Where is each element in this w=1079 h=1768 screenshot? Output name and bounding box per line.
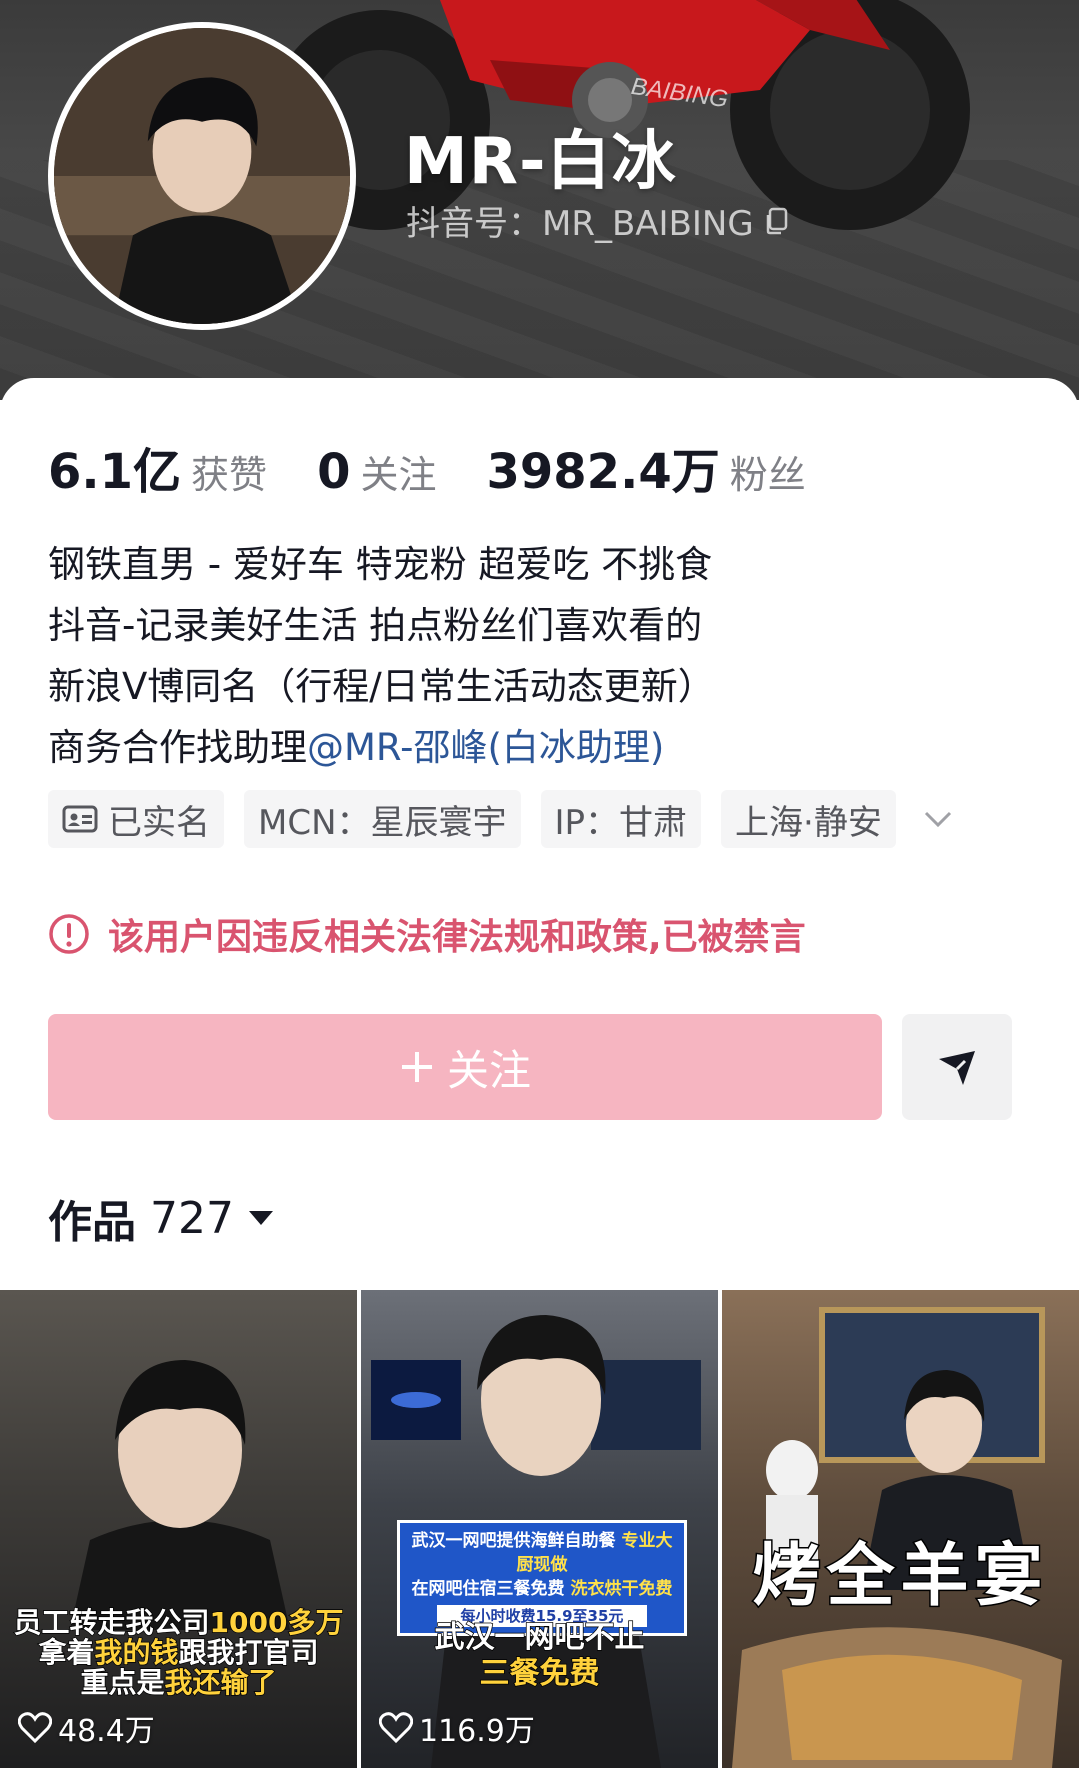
works-label: 作品 (48, 1197, 136, 1248)
tag-label: IP：甘肃 (554, 802, 688, 843)
mention-link[interactable]: @MR-邵峰(白冰助理) (307, 726, 664, 769)
video-thumbnail[interactable]: 烤全羊宴 (722, 1290, 1079, 1768)
video-caption: 员工转走我公司1000多万 拿着我的钱跟我打官司 重点是我还输了 (13, 1606, 344, 1699)
ban-notice-text: 该用户因违反相关法律法规和政策,已被禁言 (108, 917, 806, 958)
caret-down-icon (248, 1211, 273, 1225)
stat-following[interactable]: 0 关注 (317, 444, 436, 500)
id-card-icon (62, 805, 98, 833)
bio-line: 抖音-记录美好生活 拍点粉丝们喜欢看的 (48, 604, 703, 647)
douyin-id-row[interactable]: 抖音号：MR_BAIBING (406, 196, 790, 245)
stat-value: 3982.4万 (486, 444, 720, 500)
avatar-portrait (54, 28, 350, 324)
tag-label: 已实名 (108, 802, 210, 843)
video-likes-count: 48.4万 (58, 1714, 155, 1749)
tag-verified[interactable]: 已实名 (48, 790, 224, 848)
stat-label: 关注 (360, 453, 437, 497)
stat-label: 粉丝 (729, 453, 806, 497)
bio-line: 商务合作找助理@MR-邵峰(白冰助理) (48, 717, 715, 778)
tag-mcn[interactable]: MCN：星辰寰宇 (244, 790, 521, 848)
video-thumbnail[interactable]: 武汉一网吧提供海鲜自助餐 专业大厨现做 在网吧住宿三餐免费 洗衣烘干免费 每小时… (361, 1290, 718, 1768)
bio-text: 商务合作找助理 (48, 726, 307, 769)
profile-name: MR-白冰 (404, 125, 677, 199)
douyin-id: 抖音号：MR_BAIBING (406, 204, 754, 244)
bio: 钢铁直男 - 爱好车 特宠粉 超爱吃 不挑食 抖音-记录美好生活 拍点粉丝们喜欢… (48, 534, 715, 778)
stat-label: 获赞 (191, 453, 268, 497)
video-thumbnail[interactable]: 员工转走我公司1000多万 拿着我的钱跟我打官司 重点是我还输了 48.4万 (0, 1290, 357, 1768)
stats-row: 6.1亿 获赞 0 关注 3982.4万 粉丝 (48, 432, 856, 502)
profile-banner: BAIBING MR-白冰 抖音号：MR_BAIBING (0, 0, 1079, 400)
works-count: 727 (150, 1192, 234, 1244)
follow-button[interactable]: 关注 (48, 1014, 882, 1120)
bio-line: 新浪V博同名（行程/日常生活动态更新） (48, 665, 715, 708)
tag-label: MCN：星辰寰宇 (258, 802, 507, 843)
ban-notice: 该用户因违反相关法律法规和政策,已被禁言 (48, 908, 806, 960)
bio-line: 钢铁直男 - 爱好车 特宠粉 超爱吃 不挑食 (48, 543, 713, 586)
plus-icon (401, 1052, 432, 1082)
heart-icon (18, 1712, 52, 1744)
stat-followers[interactable]: 3982.4万 粉丝 (486, 432, 805, 502)
warning-icon (49, 914, 89, 954)
stat-value: 6.1亿 (48, 444, 182, 500)
video-grid: 员工转走我公司1000多万 拿着我的钱跟我打官司 重点是我还输了 48.4万 武… (0, 1290, 1079, 1768)
stat-value: 0 (317, 444, 351, 500)
chevron-down-icon[interactable] (920, 801, 956, 837)
send-icon (939, 1051, 975, 1085)
video-person-image (70, 1360, 290, 1630)
stat-likes: 6.1亿 获赞 (48, 432, 267, 502)
video-likes-count: 116.9万 (419, 1714, 535, 1749)
video-caption: 武汉一网吧不止 三餐免费 (434, 1619, 646, 1692)
tag-ip: IP：甘肃 (540, 790, 702, 848)
news-banner: 武汉一网吧提供海鲜自助餐 专业大厨现做 在网吧住宿三餐免费 洗衣烘干免费 每小时… (397, 1520, 687, 1636)
tag-location[interactable]: 上海·静安 (721, 790, 896, 848)
tag-label: 上海·静安 (735, 802, 882, 843)
video-likes: 116.9万 (379, 1706, 535, 1750)
video-caption: 烤全羊宴 (751, 1535, 1049, 1618)
copy-icon[interactable] (764, 207, 790, 235)
follow-button-label: 关注 (446, 1046, 531, 1094)
profile-tags: 已实名 MCN：星辰寰宇 IP：甘肃 上海·静安 (48, 790, 956, 848)
avatar[interactable] (48, 22, 356, 330)
works-tab[interactable]: 作品 727 (48, 1186, 274, 1250)
heart-icon (379, 1712, 413, 1744)
video-likes: 48.4万 (18, 1706, 155, 1750)
share-button[interactable] (902, 1014, 1012, 1120)
